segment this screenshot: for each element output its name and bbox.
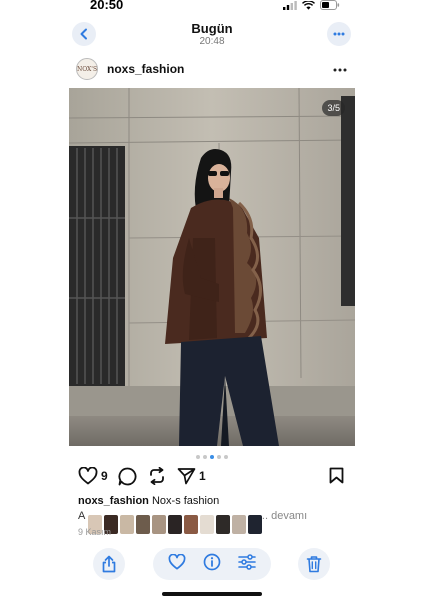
carousel-dot[interactable]: [196, 455, 200, 459]
avatar[interactable]: NOX'S: [76, 58, 98, 80]
caption-username[interactable]: noxs_fashion: [78, 495, 149, 507]
bookmark-icon: [329, 467, 344, 484]
heart-icon: [168, 553, 186, 570]
trash-icon: [306, 556, 322, 573]
post-actions: 9 1: [78, 467, 348, 489]
thumbnail: [216, 515, 230, 534]
fashion-photo: [69, 88, 355, 446]
thumbnail: [248, 515, 262, 534]
favorite-button[interactable]: [168, 553, 186, 575]
sliders-icon: [238, 553, 257, 570]
post-date: 9 Kasım: [78, 527, 112, 537]
share-button[interactable]: [93, 548, 125, 580]
comment-icon: [118, 467, 137, 486]
carousel-dots: [0, 455, 424, 459]
share-count: 1: [199, 469, 206, 483]
delete-button[interactable]: [298, 548, 330, 580]
more-button[interactable]: [327, 22, 351, 46]
repost-action[interactable]: [148, 467, 166, 485]
page-subtitle: 20:48: [199, 36, 225, 47]
page-title: Bugün: [191, 21, 233, 36]
status-bar: 20:50: [0, 0, 424, 14]
info-button[interactable]: [203, 553, 221, 576]
ellipsis-icon: [333, 32, 345, 36]
caption-text: Nox-s fashion: [151, 495, 220, 507]
thumbnail: [184, 515, 198, 534]
post-username[interactable]: noxs_fashion: [107, 62, 184, 76]
adjust-button[interactable]: [238, 553, 257, 575]
caption-more-link[interactable]: ... devamı: [259, 510, 307, 522]
home-indicator[interactable]: [162, 592, 262, 596]
send-icon: [177, 468, 196, 485]
caption: noxs_fashion Nox-s fashion: [78, 495, 358, 507]
thumbnail: [136, 515, 150, 534]
caption-thumbnails: [88, 515, 262, 534]
info-icon: [203, 553, 221, 570]
status-icons: [283, 0, 340, 10]
send-action[interactable]: 1: [177, 467, 206, 485]
thumbnail: [120, 515, 134, 534]
carousel-dot[interactable]: [224, 455, 228, 459]
signal-icon: [283, 0, 297, 10]
repost-icon: [150, 467, 164, 485]
post-more-icon[interactable]: [333, 68, 347, 72]
battery-icon: [320, 0, 340, 10]
page-counter: 3/5: [322, 100, 345, 116]
thumbnail: [200, 515, 214, 534]
toolbar-group: [153, 548, 271, 580]
thumbnail: [152, 515, 166, 534]
caption-line2-text: A: [78, 510, 85, 522]
save-action[interactable]: [329, 467, 344, 484]
share-icon: [102, 555, 116, 573]
thumbnail: [232, 515, 246, 534]
header: Bugün 20:48: [0, 14, 424, 54]
carousel-dot-active[interactable]: [210, 455, 214, 459]
post-photo[interactable]: 3/5: [69, 88, 355, 446]
carousel-dot[interactable]: [203, 455, 207, 459]
carousel-dot[interactable]: [217, 455, 221, 459]
comment-action[interactable]: [118, 467, 137, 486]
wifi-icon: [302, 0, 315, 10]
like-action[interactable]: 9: [78, 467, 108, 485]
heart-icon: [78, 467, 98, 485]
status-time: 20:50: [90, 0, 124, 12]
post-header: NOX'S noxs_fashion: [70, 54, 355, 88]
thumbnail: [168, 515, 182, 534]
like-count: 9: [101, 469, 108, 483]
